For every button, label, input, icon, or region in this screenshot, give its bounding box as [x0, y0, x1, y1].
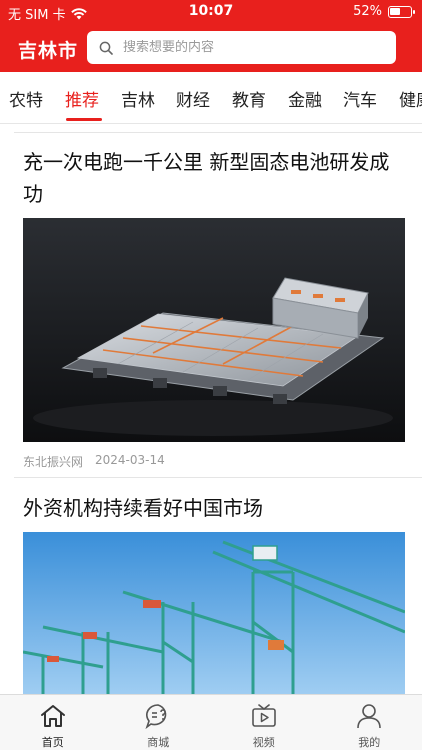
tab-banking[interactable]: 金融: [288, 86, 322, 111]
search-input[interactable]: [123, 40, 383, 55]
port-cranes-illustration: [23, 532, 405, 694]
battery-icon: [388, 5, 415, 18]
tab-recommend[interactable]: 推荐: [65, 86, 99, 111]
battery-pack-illustration: [23, 218, 405, 442]
article-meta: 东北振兴网 2024-03-14: [23, 453, 165, 470]
article-source: 东北振兴网: [23, 455, 84, 469]
person-icon: [357, 704, 382, 729]
divider: [14, 477, 422, 478]
battery-level: [390, 7, 400, 15]
divider: [14, 132, 422, 133]
search-bar[interactable]: [87, 31, 396, 64]
tabbar-profile[interactable]: 我的: [317, 695, 422, 750]
tabbar-home[interactable]: 首页: [0, 695, 106, 750]
article-title[interactable]: 充一次电跑一千公里 新型固态电池研发成功: [23, 146, 408, 210]
tabbar-label: 我的: [358, 736, 381, 749]
city-selector[interactable]: 吉林市: [18, 36, 78, 63]
article-image-battery[interactable]: [23, 218, 405, 442]
tab-auto[interactable]: 汽车: [343, 86, 377, 111]
tab-nongte[interactable]: 农特: [9, 86, 43, 111]
battery-percent: 52%: [353, 4, 382, 19]
status-bar: 无 SIM 卡 10:07 52%: [0, 0, 422, 24]
status-right: 52%: [353, 4, 415, 19]
tabbar-video[interactable]: 视频: [211, 695, 317, 750]
tabbar-mall[interactable]: 商城: [106, 695, 212, 750]
tv-icon: [251, 704, 276, 727]
tab-jilin[interactable]: 吉林: [121, 86, 155, 111]
bottom-tab-bar: 首页 商城 视频 我的: [0, 694, 422, 750]
home-icon: [40, 705, 65, 727]
tabbar-label: 视频: [252, 736, 275, 749]
tabbar-label: 商城: [147, 736, 170, 749]
tab-health[interactable]: 健康: [399, 86, 422, 111]
active-tab-indicator: [66, 118, 102, 121]
tabbar-label: 首页: [41, 736, 64, 749]
chat-question-icon: [145, 704, 167, 730]
tab-education[interactable]: 教育: [232, 86, 266, 111]
article-title[interactable]: 外资机构持续看好中国市场: [23, 492, 408, 524]
app-header: 无 SIM 卡 10:07 52% 吉林市: [0, 0, 422, 72]
article-image-port-cranes[interactable]: [23, 532, 405, 694]
search-icon: [99, 41, 113, 55]
category-tabs: 农特 推荐 吉林 财经 教育 金融 汽车 健康: [0, 72, 422, 124]
article-date: 2024-03-14: [95, 453, 165, 467]
tab-finance[interactable]: 财经: [176, 86, 210, 111]
